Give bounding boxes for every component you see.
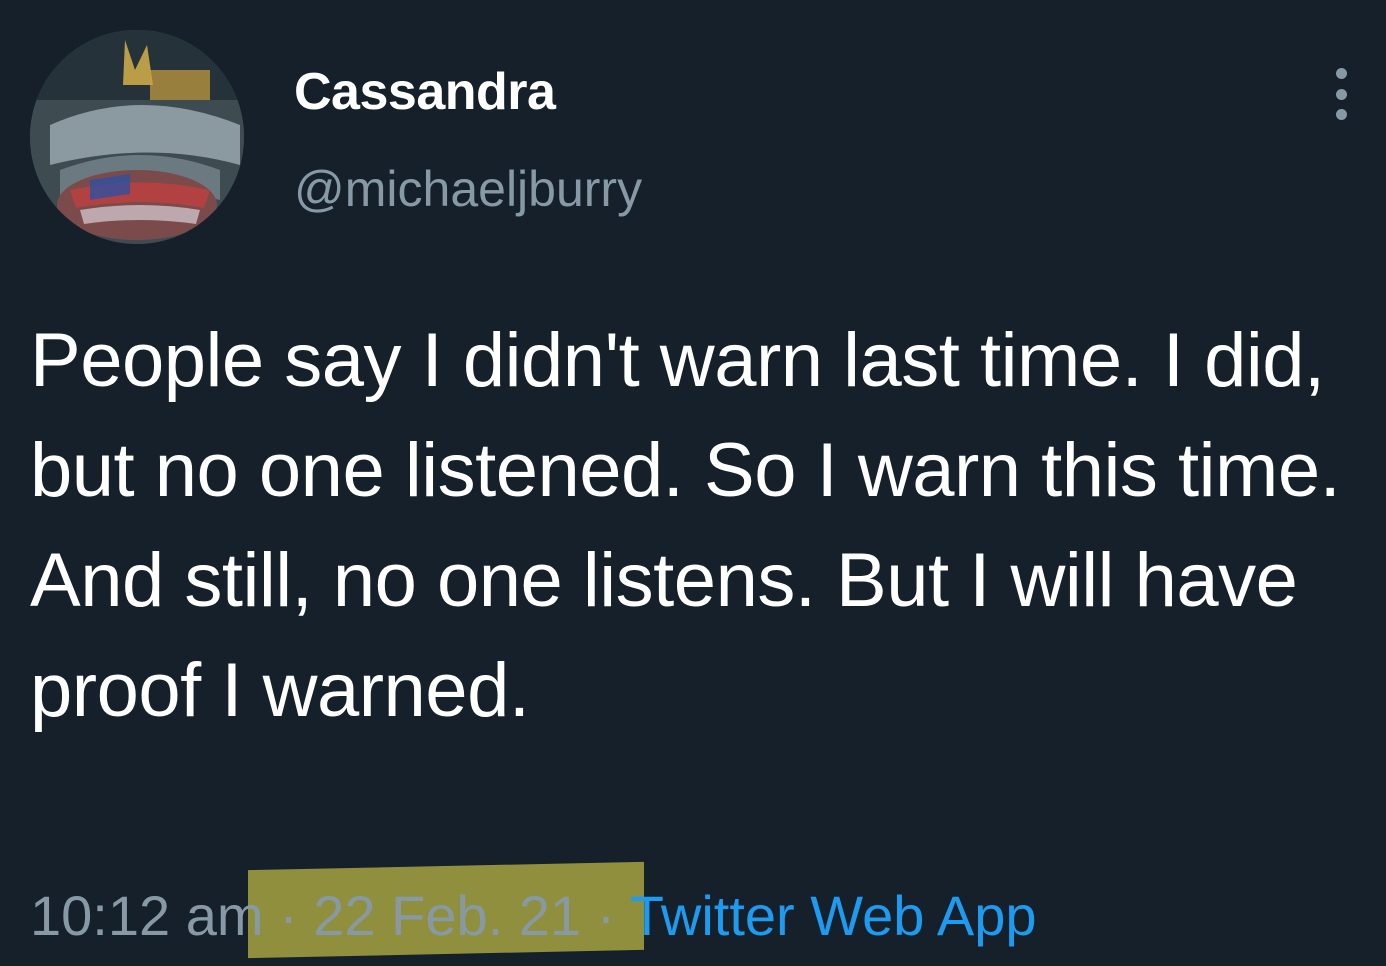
avatar-image	[30, 30, 244, 244]
tweet-meta: 10:12 am · 22 Feb. 21 · Twitter Web App	[30, 876, 1037, 956]
tweet-text: People say I didn't warn last time. I di…	[30, 318, 1341, 733]
meta-separator: ·	[596, 884, 616, 947]
tweet-card: Cassandra @michaeljburry People say I di…	[0, 0, 1386, 966]
display-name[interactable]: Cassandra	[294, 62, 556, 122]
user-handle[interactable]: @michaeljburry	[294, 160, 642, 218]
tweet-time[interactable]: 10:12 am	[30, 884, 264, 947]
more-vertical-icon-dot	[1335, 88, 1347, 100]
tweet-source-link[interactable]: Twitter Web App	[630, 884, 1037, 947]
avatar[interactable]	[30, 30, 244, 244]
tweet-date[interactable]: 22 Feb. 21	[313, 884, 581, 947]
meta-separator: ·	[279, 884, 298, 947]
more-vertical-icon-dot	[1335, 109, 1347, 120]
more-options-button[interactable]	[1318, 62, 1364, 126]
more-vertical-icon	[1335, 68, 1347, 79]
